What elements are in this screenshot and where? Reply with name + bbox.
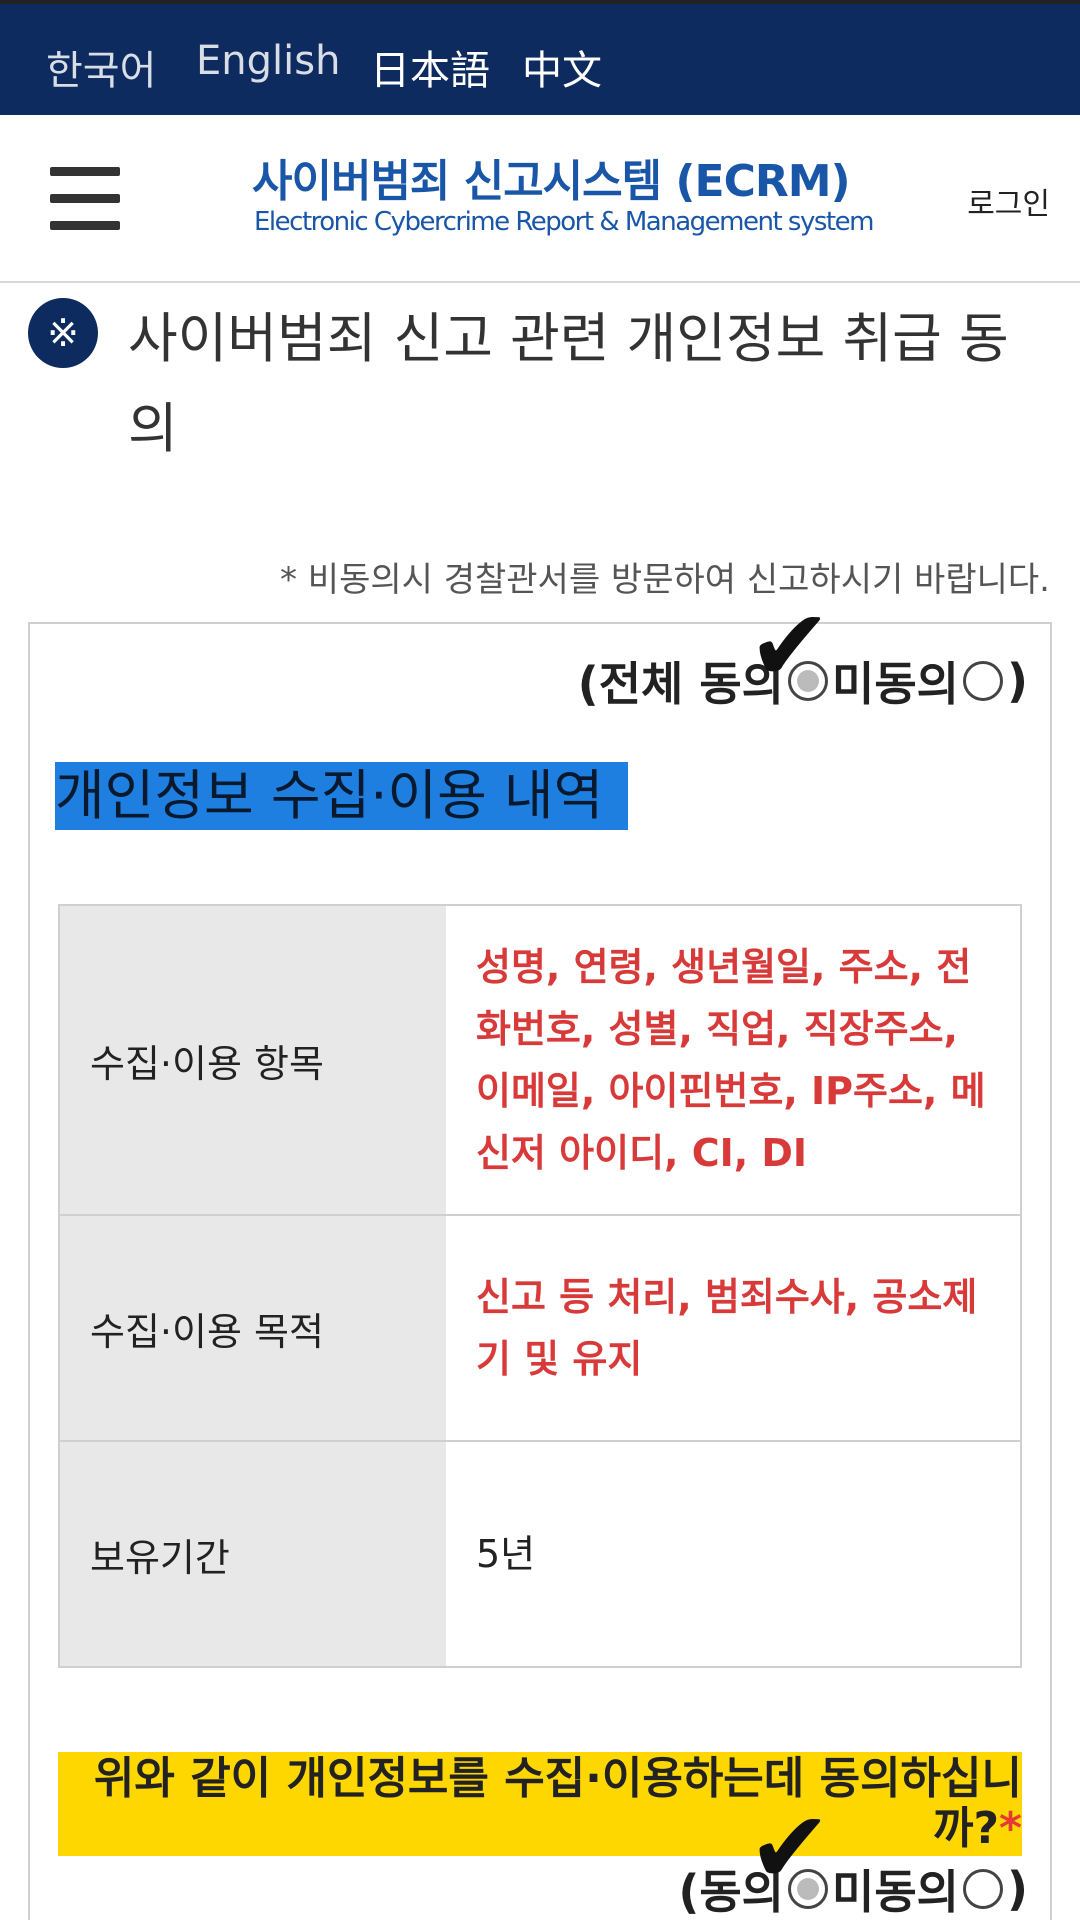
agree-close: ) — [1006, 1862, 1028, 1916]
table-row: 수집·이용 목적 신고 등 처리, 범죄수사, 공소제기 및 유지 — [60, 1216, 1020, 1442]
table-row: 보유기간 5년 — [60, 1442, 1020, 1666]
login-link[interactable]: 로그인 — [967, 179, 1050, 223]
menu-icon[interactable] — [50, 167, 120, 231]
site-subtitle: Electronic Cybercrime Report & Managemen… — [254, 207, 874, 237]
site-header: 사이버범죄 신고시스템 (ECRM) Electronic Cybercrime… — [0, 115, 1080, 283]
table-row-value: 성명, 연령, 생년월일, 주소, 전화번호, 성별, 직업, 직장주소, 이메… — [446, 906, 1020, 1214]
lang-chinese-link[interactable]: 中文 — [522, 38, 602, 96]
table-row-label: 보유기간 — [60, 1442, 446, 1666]
disagree-all-label: 미동의 — [832, 657, 959, 711]
agree-all-close: ) — [1006, 654, 1028, 708]
checkmark-icon: ✔ — [748, 1789, 832, 1906]
table-row: 수집·이용 항목 성명, 연령, 생년월일, 주소, 전화번호, 성별, 직업,… — [60, 906, 1020, 1216]
table-row-label: 수집·이용 항목 — [60, 906, 446, 1214]
reference-mark-icon: ※ — [28, 298, 98, 368]
disagree-label: 미동의 — [832, 1865, 959, 1919]
language-bar: 한국어 English 日本語 中文 — [0, 0, 1080, 115]
personal-info-table: 수집·이용 항목 성명, 연령, 생년월일, 주소, 전화번호, 성별, 직업,… — [58, 904, 1022, 1668]
required-mark: * — [998, 1803, 1022, 1854]
disagree-all-radio[interactable] — [962, 661, 1003, 701]
lang-japanese-link[interactable]: 日本語 — [370, 38, 490, 96]
disagree-radio[interactable] — [962, 1869, 1003, 1909]
agree-question-group: (동의 미동의 ) — [678, 1856, 1028, 1920]
site-title[interactable]: 사이버범죄 신고시스템 (ECRM) — [252, 145, 851, 209]
lang-english-link[interactable]: English — [196, 38, 340, 84]
table-row-label: 수집·이용 목적 — [60, 1216, 446, 1440]
consent-question: 위와 같이 개인정보를 수집·이용하는데 동의하십니까?* — [58, 1752, 1022, 1856]
checkmark-icon: ✔ — [748, 587, 832, 704]
lang-korean-link[interactable]: 한국어 — [46, 38, 156, 96]
consent-question-text: 위와 같이 개인정보를 수집·이용하는데 동의하십니까? — [93, 1753, 1022, 1854]
page-title: 사이버범죄 신고 관련 개인정보 취급 동의 — [128, 307, 1009, 460]
table-row-value: 신고 등 처리, 범죄수사, 공소제기 및 유지 — [446, 1216, 1020, 1440]
disagree-notice: * 비동의시 경찰관서를 방문하여 신고하시기 바랍니다. — [279, 560, 1050, 600]
section-heading: 개인정보 수집·이용 내역 — [55, 762, 629, 830]
table-row-value: 5년 — [446, 1442, 1020, 1666]
